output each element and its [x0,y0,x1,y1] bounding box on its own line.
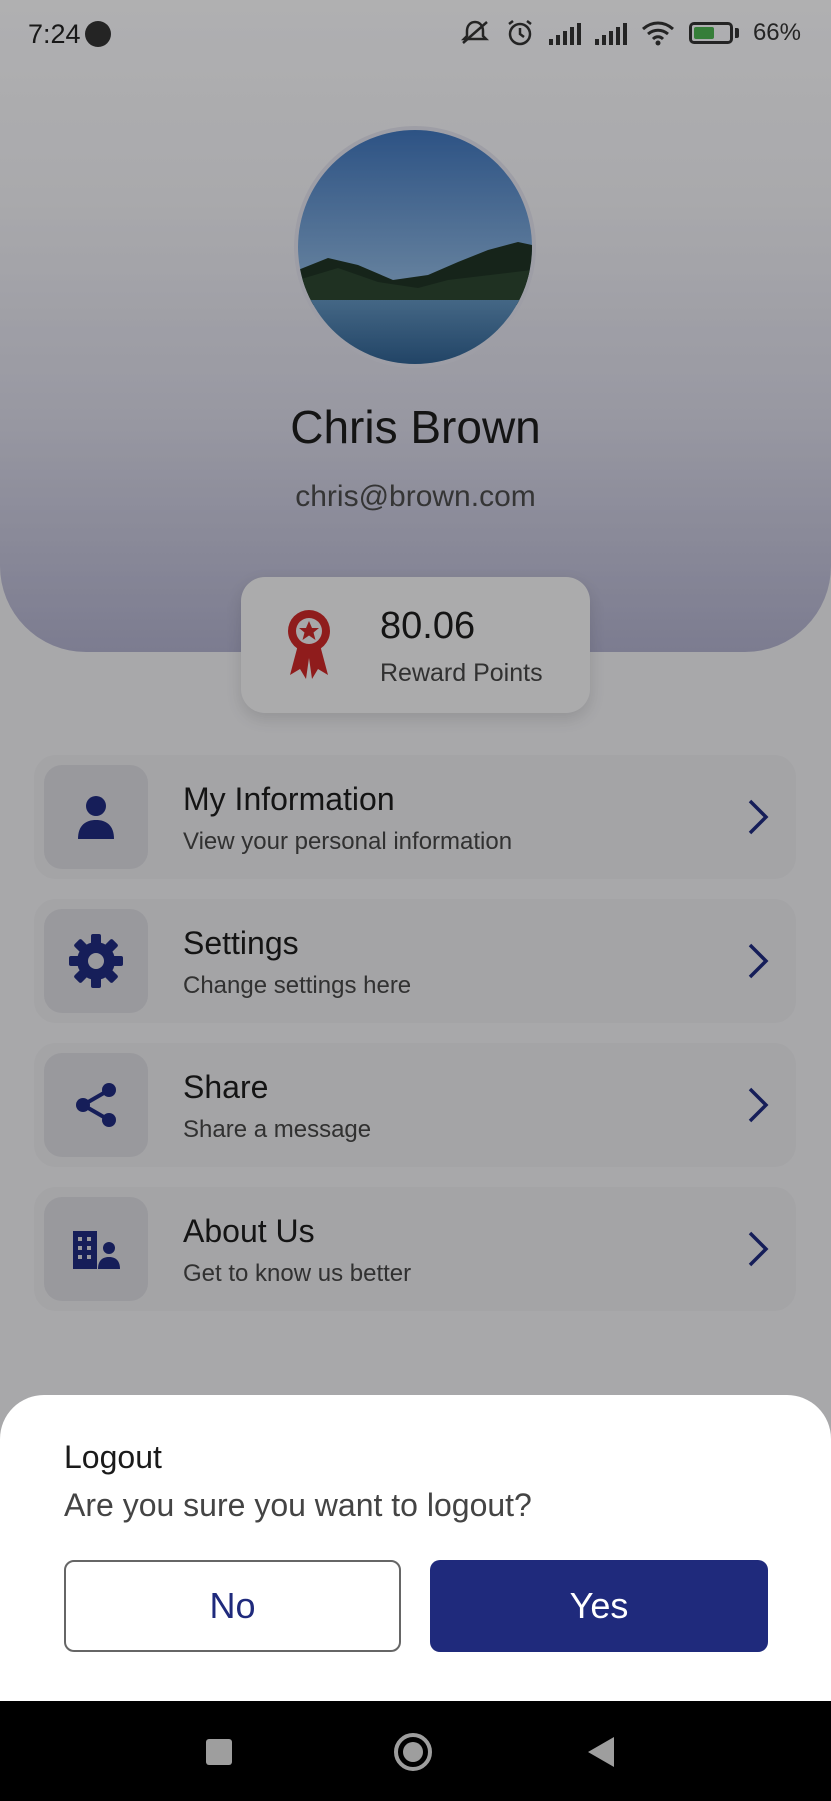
no-button[interactable]: No [64,1560,401,1652]
dialog-message: Are you sure you want to logout? [64,1487,532,1523]
system-navigation-bar [0,1701,831,1801]
dialog-title: Logout [64,1439,162,1475]
recents-icon[interactable] [206,1739,232,1765]
profile-screen: 7:24 66% Chris Brown chris@brown.com 80.… [0,0,831,1801]
logout-bottom-sheet: Logout Are you sure you want to logout? … [0,1395,831,1701]
home-icon[interactable] [394,1733,432,1771]
back-icon[interactable] [588,1737,614,1767]
yes-button[interactable]: Yes [430,1560,768,1652]
